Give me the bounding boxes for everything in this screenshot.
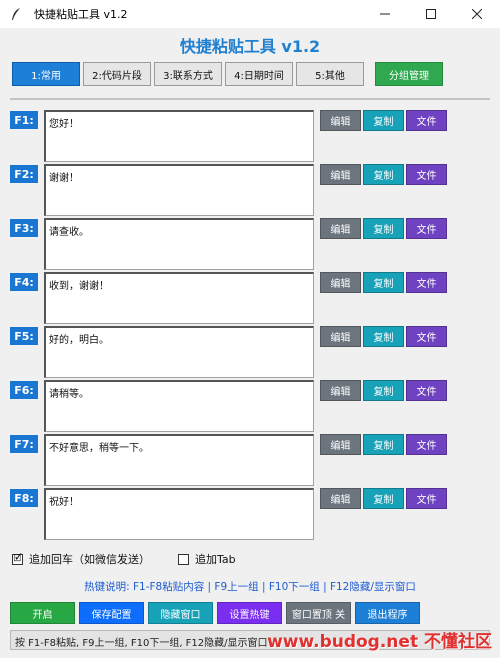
row-f2: F2: 谢谢！ 编辑 复制 文件 — [10, 164, 490, 216]
file-button[interactable]: 文件 — [406, 164, 447, 185]
group-manage-button[interactable]: 分组管理 — [375, 62, 443, 86]
copy-button[interactable]: 复制 — [363, 326, 404, 347]
app-title: 快捷粘贴工具 v1.2 — [179, 37, 321, 56]
row-f1: F1: 您好！ 编辑 复制 文件 — [10, 110, 490, 162]
row-f6: F6: 请稍等。 编辑 复制 文件 — [10, 380, 490, 432]
text-input-f6[interactable]: 请稍等。 — [44, 380, 314, 432]
text-input-f4[interactable]: 收到，谢谢！ — [44, 272, 314, 324]
row-f7: F7: 不好意思，稍等一下。 编辑 复制 文件 — [10, 434, 490, 486]
copy-button[interactable]: 复制 — [363, 164, 404, 185]
edit-button[interactable]: 编辑 — [320, 110, 361, 131]
copy-button[interactable]: 复制 — [363, 434, 404, 455]
watermark: www.budog.net 不懂社区 — [267, 632, 492, 652]
exit-button[interactable]: 退出程序 — [355, 602, 420, 624]
window-title: 快捷粘贴工具 v1.2 — [34, 8, 128, 21]
bottom-toolbar: 开启 保存配置 隐藏窗口 设置热键 窗口置顶 关 退出程序 — [10, 602, 424, 624]
row-f3: F3: 请查收。 编辑 复制 文件 — [10, 218, 490, 270]
fkey-label: F7: — [10, 435, 38, 453]
edit-button[interactable]: 编辑 — [320, 488, 361, 509]
hotkey-note: 热键说明: F1-F8粘贴内容 | F9上一组 | F10下一组 | F12隐藏… — [84, 581, 416, 593]
divider — [10, 98, 490, 100]
fkey-label: F3: — [10, 219, 38, 237]
file-button[interactable]: 文件 — [406, 272, 447, 293]
edit-button[interactable]: 编辑 — [320, 380, 361, 401]
group-tabs: 1:常用 2:代码片段 3:联系方式 4:日期时间 5:其他 分组管理 — [12, 62, 446, 86]
fkey-label: F6: — [10, 381, 38, 399]
fkey-label: F4: — [10, 273, 38, 291]
file-button[interactable]: 文件 — [406, 488, 447, 509]
row-f4: F4: 收到，谢谢！ 编辑 复制 文件 — [10, 272, 490, 324]
row-f5: F5: 好的，明白。 编辑 复制 文件 — [10, 326, 490, 378]
append-enter-label: 追加回车（如微信发送） — [29, 553, 150, 566]
set-hotkey-button[interactable]: 设置热键 — [217, 602, 282, 624]
file-button[interactable]: 文件 — [406, 434, 447, 455]
tab-2[interactable]: 2:代码片段 — [83, 62, 151, 86]
fkey-label: F2: — [10, 165, 38, 183]
save-config-button[interactable]: 保存配置 — [79, 602, 144, 624]
pin-window-button[interactable]: 窗口置顶 关 — [286, 602, 351, 624]
title-bar: 快捷粘贴工具 v1.2 — [0, 0, 500, 28]
file-button[interactable]: 文件 — [406, 110, 447, 131]
append-tab-label: 追加Tab — [195, 553, 236, 566]
file-button[interactable]: 文件 — [406, 218, 447, 239]
append-enter-option[interactable]: 🗹 追加回车（如微信发送） — [12, 551, 150, 567]
start-button[interactable]: 开启 — [10, 602, 75, 624]
tab-4[interactable]: 4:日期时间 — [225, 62, 293, 86]
text-input-f8[interactable]: 祝好！ — [44, 488, 314, 540]
copy-button[interactable]: 复制 — [363, 218, 404, 239]
edit-button[interactable]: 编辑 — [320, 326, 361, 347]
edit-button[interactable]: 编辑 — [320, 272, 361, 293]
file-button[interactable]: 文件 — [406, 326, 447, 347]
copy-button[interactable]: 复制 — [363, 488, 404, 509]
edit-button[interactable]: 编辑 — [320, 164, 361, 185]
close-button[interactable] — [454, 0, 500, 28]
fkey-label: F8: — [10, 489, 38, 507]
minimize-button[interactable] — [362, 0, 408, 28]
text-input-f7[interactable]: 不好意思，稍等一下。 — [44, 434, 314, 486]
checkbox-unchecked[interactable] — [178, 553, 189, 565]
tab-1[interactable]: 1:常用 — [12, 62, 80, 86]
row-f8: F8: 祝好！ 编辑 复制 文件 — [10, 488, 490, 540]
hide-window-button[interactable]: 隐藏窗口 — [148, 602, 213, 624]
copy-button[interactable]: 复制 — [363, 110, 404, 131]
maximize-button[interactable] — [408, 0, 454, 28]
text-input-f2[interactable]: 谢谢！ — [44, 164, 314, 216]
fkey-label: F5: — [10, 327, 38, 345]
tab-5[interactable]: 5:其他 — [296, 62, 364, 86]
text-input-f5[interactable]: 好的，明白。 — [44, 326, 314, 378]
file-button[interactable]: 文件 — [406, 380, 447, 401]
options: 🗹 追加回车（如微信发送） 追加Tab — [12, 551, 264, 567]
edit-button[interactable]: 编辑 — [320, 218, 361, 239]
fkey-label: F1: — [10, 111, 38, 129]
text-input-f3[interactable]: 请查收。 — [44, 218, 314, 270]
append-tab-option[interactable]: 追加Tab — [178, 551, 236, 567]
tab-3[interactable]: 3:联系方式 — [154, 62, 222, 86]
copy-button[interactable]: 复制 — [363, 380, 404, 401]
edit-button[interactable]: 编辑 — [320, 434, 361, 455]
feather-icon — [8, 6, 24, 22]
copy-button[interactable]: 复制 — [363, 272, 404, 293]
checkbox-checked[interactable]: 🗹 — [12, 553, 23, 565]
text-input-f1[interactable]: 您好！ — [44, 110, 314, 162]
